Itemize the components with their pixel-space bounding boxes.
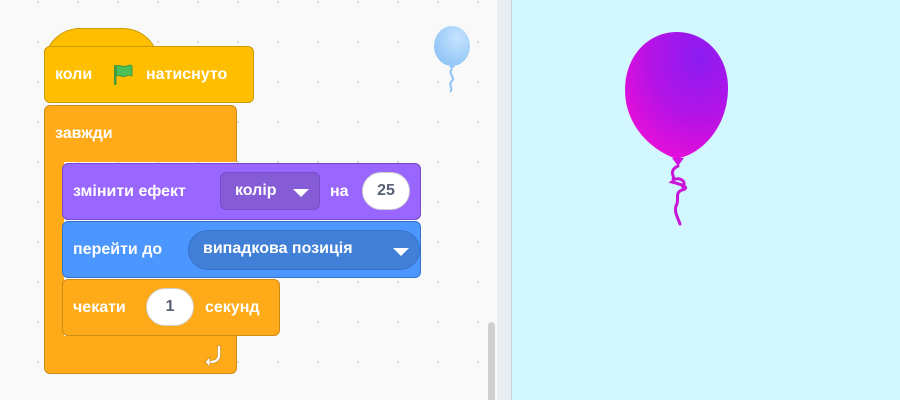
- wait-suffix: секунд: [205, 299, 260, 316]
- chevron-down-icon: [293, 189, 309, 197]
- chevron-down-icon: [393, 248, 409, 256]
- effect-dropdown-value: колір: [235, 182, 277, 199]
- change-effect-prefix: змінити ефект: [73, 183, 186, 200]
- forever-block-arm[interactable]: [44, 160, 64, 340]
- code-workspace[interactable]: коли натиснуто завжди змінити ефект на к…: [0, 0, 497, 400]
- stage[interactable]: [511, 0, 900, 400]
- go-to-prefix: перейти до: [73, 241, 163, 258]
- when-flag-suffix: натиснуто: [146, 66, 228, 83]
- when-flag-prefix: коли: [55, 66, 93, 83]
- forever-block-bottom[interactable]: [44, 336, 237, 374]
- loop-arrow-icon: [204, 345, 221, 366]
- when-flag-clicked-block[interactable]: коли натиснуто: [44, 46, 254, 103]
- go-to-target-dropdown[interactable]: випадкова позиція: [188, 230, 420, 270]
- green-flag-icon: [114, 64, 133, 85]
- workspace-scrollbar-thumb[interactable]: [488, 322, 495, 400]
- forever-block[interactable]: завжди: [44, 105, 237, 162]
- effect-dropdown[interactable]: колір: [220, 172, 320, 210]
- wait-seconds-input[interactable]: 1: [146, 288, 194, 326]
- panel-divider: [497, 0, 511, 400]
- change-effect-by-label: на: [330, 183, 349, 200]
- balloon-sprite-icon: [434, 26, 470, 93]
- forever-label: завжди: [55, 125, 113, 142]
- go-to-target-value: випадкова позиція: [203, 240, 353, 257]
- balloon-icon[interactable]: [622, 30, 732, 230]
- wait-prefix: чекати: [73, 299, 126, 316]
- effect-amount-input[interactable]: 25: [362, 172, 410, 210]
